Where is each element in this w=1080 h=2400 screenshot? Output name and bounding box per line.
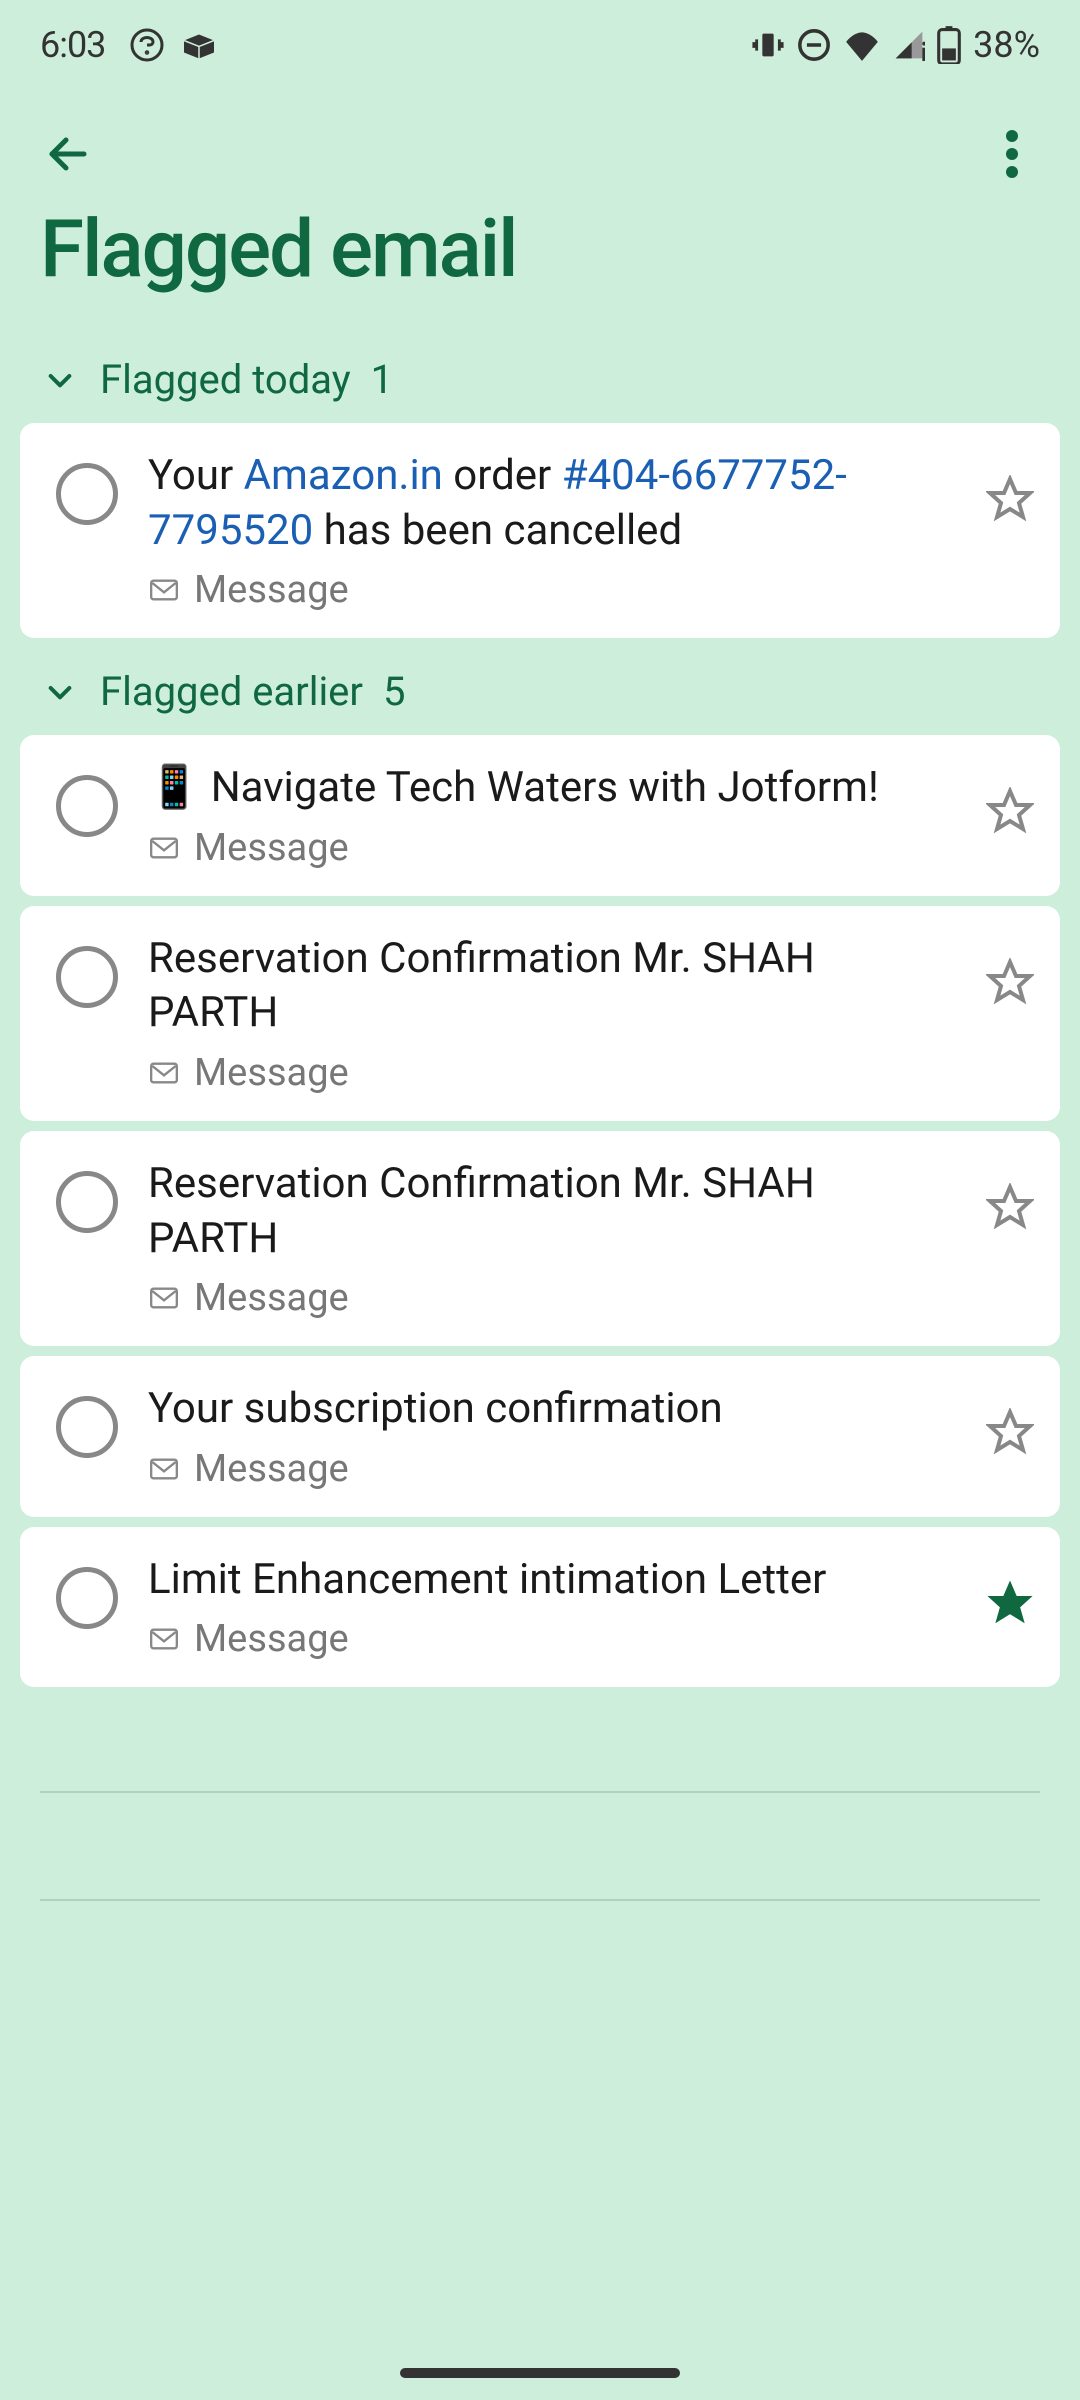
more-options-button[interactable] — [984, 126, 1040, 182]
status-bar: 6:03 — [0, 0, 1080, 90]
battery-percent: 38% — [973, 24, 1040, 66]
whatsapp-icon — [129, 27, 165, 63]
star-button[interactable] — [984, 1181, 1036, 1233]
task-content: 📱 Navigate Tech Waters with Jotform! Mes… — [148, 761, 954, 870]
task-content: Reservation Confirmation Mr. SHAH PARTH … — [148, 932, 954, 1095]
app-bar: Flagged email — [0, 90, 1080, 296]
task-checkbox[interactable] — [56, 1396, 118, 1458]
vibrate-icon — [751, 28, 785, 62]
task-meta-label: Message — [194, 1276, 349, 1320]
task-checkbox[interactable] — [56, 463, 118, 525]
task-title: Your Amazon.in order #404-6677752-779552… — [148, 449, 954, 558]
task-list-earlier: 📱 Navigate Tech Waters with Jotform! Mes… — [0, 735, 1080, 1687]
task-meta: Message — [148, 1447, 954, 1491]
task-title: Reservation Confirmation Mr. SHAH PARTH — [148, 932, 954, 1041]
nav-handle[interactable] — [400, 2368, 680, 2378]
wifi-icon — [843, 29, 881, 61]
amazon-link[interactable]: Amazon.in — [244, 451, 443, 500]
star-button[interactable] — [984, 473, 1036, 525]
task-content: Your Amazon.in order #404-6677752-779552… — [148, 449, 954, 612]
task-item[interactable]: Reservation Confirmation Mr. SHAH PARTH … — [20, 906, 1060, 1121]
star-button[interactable] — [984, 1406, 1036, 1458]
task-meta-label: Message — [194, 1617, 349, 1661]
group-header-earlier[interactable]: Flagged earlier 5 — [0, 648, 1080, 735]
group-count: 1 — [371, 356, 393, 403]
task-title: 📱 Navigate Tech Waters with Jotform! — [148, 761, 954, 816]
package-icon — [181, 31, 217, 59]
task-item[interactable]: 📱 Navigate Tech Waters with Jotform! Mes… — [20, 735, 1060, 896]
signal-icon — [893, 29, 925, 61]
task-meta-label: Message — [194, 1051, 349, 1095]
task-meta: Message — [148, 1051, 954, 1095]
mail-icon — [148, 1282, 180, 1314]
chevron-down-icon — [44, 364, 76, 396]
task-meta: Message — [148, 1617, 954, 1661]
task-list-today: Your Amazon.in order #404-6677752-779552… — [0, 423, 1080, 638]
mail-icon — [148, 574, 180, 606]
mail-icon — [148, 832, 180, 864]
task-meta-label: Message — [194, 1447, 349, 1491]
task-title: Limit Enhancement intimation Letter — [148, 1553, 954, 1608]
star-button[interactable] — [984, 785, 1036, 837]
group-count: 5 — [383, 668, 405, 715]
task-meta: Message — [148, 568, 954, 612]
task-item[interactable]: Your subscription confirmation Message — [20, 1356, 1060, 1517]
back-button[interactable] — [40, 126, 96, 182]
task-content: Your subscription confirmation Message — [148, 1382, 954, 1491]
task-checkbox[interactable] — [56, 1171, 118, 1233]
status-right: 38% — [751, 24, 1040, 66]
task-checkbox[interactable] — [56, 946, 118, 1008]
group-header-today[interactable]: Flagged today 1 — [0, 336, 1080, 423]
task-title: Reservation Confirmation Mr. SHAH PARTH — [148, 1157, 954, 1266]
mail-icon — [148, 1623, 180, 1655]
star-button-filled[interactable] — [984, 1577, 1036, 1629]
dnd-icon — [797, 28, 831, 62]
page-title: Flagged email — [40, 202, 1040, 296]
group-label: Flagged today — [100, 356, 351, 403]
task-item[interactable]: Your Amazon.in order #404-6677752-779552… — [20, 423, 1060, 638]
task-meta-label: Message — [194, 568, 349, 612]
task-content: Reservation Confirmation Mr. SHAH PARTH … — [148, 1157, 954, 1320]
task-meta-label: Message — [194, 826, 349, 870]
task-checkbox[interactable] — [56, 775, 118, 837]
mail-icon — [148, 1453, 180, 1485]
task-content: Limit Enhancement intimation Letter Mess… — [148, 1553, 954, 1662]
task-title: Your subscription confirmation — [148, 1382, 954, 1437]
battery-icon — [937, 26, 961, 64]
chevron-down-icon — [44, 676, 76, 708]
task-item[interactable]: Reservation Confirmation Mr. SHAH PARTH … — [20, 1131, 1060, 1346]
task-meta: Message — [148, 1276, 954, 1320]
divider — [40, 1899, 1040, 1901]
task-item[interactable]: Limit Enhancement intimation Letter Mess… — [20, 1527, 1060, 1688]
task-checkbox[interactable] — [56, 1567, 118, 1629]
mail-icon — [148, 1057, 180, 1089]
status-left: 6:03 — [40, 24, 217, 66]
group-label: Flagged earlier — [100, 668, 363, 715]
task-meta: Message — [148, 826, 954, 870]
star-button[interactable] — [984, 956, 1036, 1008]
status-time: 6:03 — [40, 24, 105, 66]
